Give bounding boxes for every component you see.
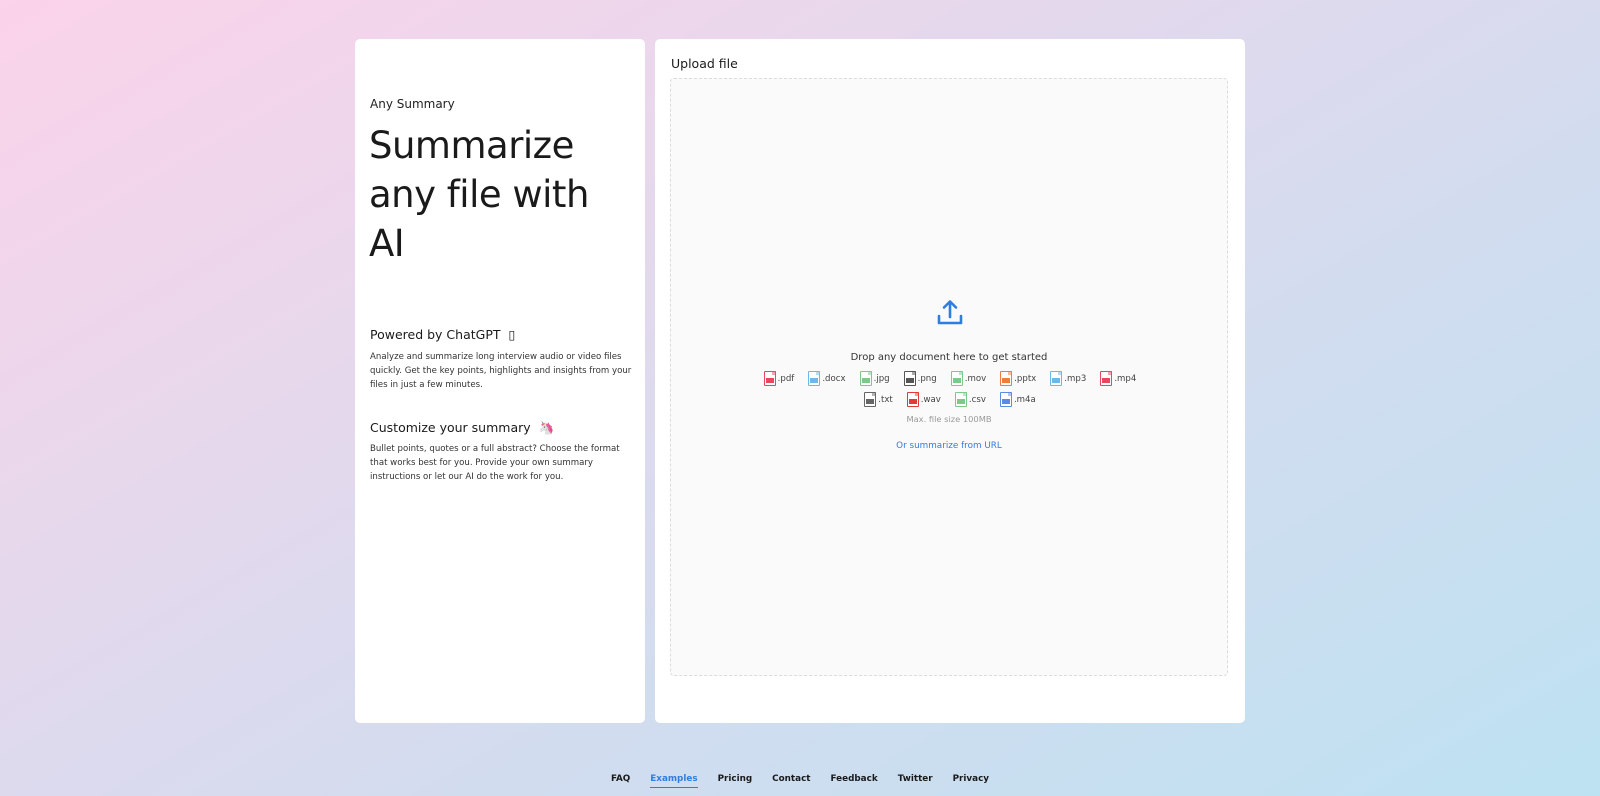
upload-panel: Upload file Drop any document here to ge… [655,39,1245,723]
footer-link-feedback[interactable]: Feedback [831,774,878,788]
file-jpg-icon [859,371,872,386]
file-wav-icon [906,392,919,407]
file-type-item: .mp3 [1050,371,1086,386]
file-m4a-icon [999,392,1012,407]
file-mp4-icon [1100,371,1113,386]
file-type-item: .png [903,371,937,386]
file-type-label: .pptx [1014,373,1037,384]
feature-title-text: Customize your summary [370,420,531,435]
file-type-item: .txt [864,392,893,407]
file-type-item: .m4a [999,392,1036,407]
file-docx-icon [808,371,821,386]
upload-title: Upload file [671,56,738,71]
footer-nav: FAQ Examples Pricing Contact Feedback Twitter… [0,774,1600,788]
unicorn-icon: 🦄 [538,420,555,435]
file-mov-icon [950,371,963,386]
file-pdf-icon [763,371,776,386]
file-type-item: .pdf [763,371,795,386]
square-icon: ▯ [508,327,516,342]
drop-instructions: Drop any document here to get started [850,352,1048,363]
brand-name: Any Summary [370,97,455,111]
file-dropzone[interactable]: Drop any document here to get started .p… [670,78,1228,676]
file-type-item: .mov [950,371,987,386]
file-mp3-icon [1050,371,1063,386]
max-file-size: Max. file size 100MB [906,414,992,424]
file-type-item: .wav [906,392,941,407]
footer-link-contact[interactable]: Contact [772,774,810,788]
file-types-row: .pdf .docx .jpg .png .mov .pptx .mp3 .mp4 [711,371,1189,386]
hero-title: Summarize any file with AI [369,124,589,265]
file-type-label: .mov [964,373,987,384]
feature-title-text: Powered by ChatGPT [370,327,501,342]
file-type-label: .png [917,373,937,384]
upload-icon[interactable] [935,297,965,327]
file-types-row: .txt .wav .csv .m4a [711,392,1189,407]
file-type-label: .pdf [777,373,795,384]
footer-link-privacy[interactable]: Privacy [953,774,989,788]
file-type-label: .csv [968,394,986,405]
file-type-label: .jpg [873,373,890,384]
intro-panel: Any Summary Summarize any file with AI P… [355,39,645,723]
file-type-label: .txt [878,394,893,405]
file-type-label: .mp3 [1064,373,1087,384]
file-type-item: .docx [808,371,846,386]
file-type-label: .m4a [1013,394,1036,405]
file-type-item: .jpg [859,371,890,386]
footer-link-pricing[interactable]: Pricing [718,774,753,788]
file-type-item: .pptx [1000,371,1036,386]
feature-title-powered: Powered by ChatGPT ▯ [370,327,515,342]
file-csv-icon [954,392,967,407]
feature-title-customize: Customize your summary 🦄 [370,420,554,436]
summarize-from-url-link[interactable]: Or summarize from URL [671,441,1227,451]
feature-description-customize: Bullet points, quotes or a full abstract… [370,444,620,482]
file-type-label: .wav [920,394,941,405]
file-pptx-icon [1000,371,1013,386]
feature-description-powered: Analyze and summarize long interview aud… [370,352,632,390]
footer-link-examples[interactable]: Examples [650,774,698,788]
file-type-item: .mp4 [1100,371,1136,386]
file-type-item: .csv [954,392,986,407]
file-type-label: .docx [822,373,846,384]
file-png-icon [903,371,916,386]
file-type-label: .mp4 [1114,373,1137,384]
footer-link-faq[interactable]: FAQ [611,774,630,788]
file-txt-icon [864,392,877,407]
footer-link-twitter[interactable]: Twitter [898,774,933,788]
